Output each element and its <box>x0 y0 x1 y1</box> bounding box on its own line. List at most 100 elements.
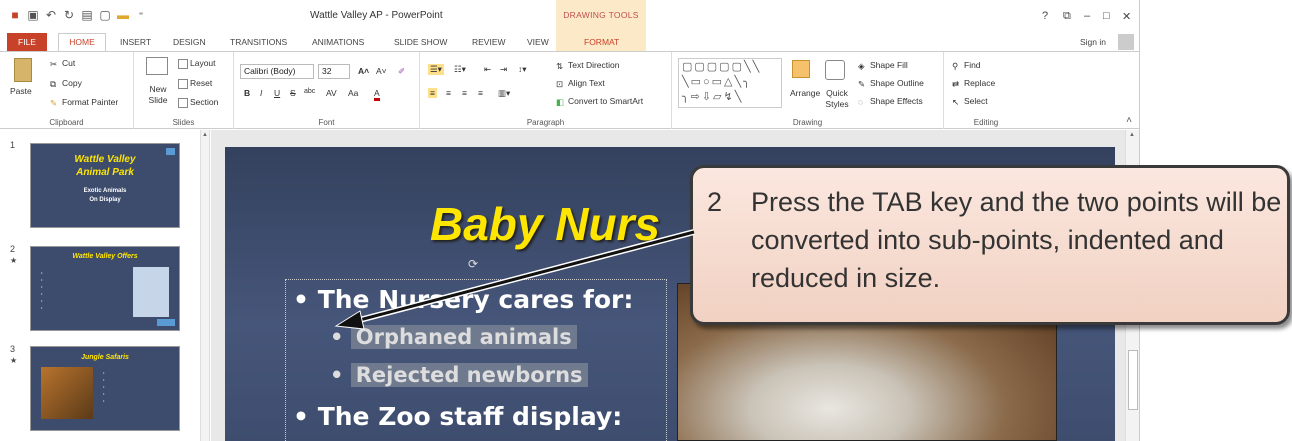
reset-button[interactable]: Reset <box>178 78 212 89</box>
shrink-font-icon[interactable]: A˅ <box>376 66 387 76</box>
bullets-icon[interactable]: ☰▾ <box>428 64 444 75</box>
tab-insert[interactable]: INSERT <box>120 37 151 47</box>
slide-number: 2 <box>10 244 16 254</box>
customize-toolbar-icon[interactable]: ⁼ <box>134 8 148 22</box>
open-folder-icon[interactable]: ▬ <box>116 8 130 22</box>
editing-label: Editing <box>973 118 999 127</box>
center-icon[interactable]: ≡ <box>446 88 451 98</box>
character-spacing-icon[interactable]: AV <box>326 88 337 98</box>
maximize-button[interactable]: □ <box>1103 10 1110 22</box>
tab-review[interactable]: REVIEW <box>472 37 506 47</box>
select-button[interactable]: ↖ Select <box>952 96 988 107</box>
font-size-dropdown[interactable]: 32 <box>318 64 350 79</box>
cut-button[interactable]: ✂ Cut <box>50 58 75 69</box>
font-label: Font <box>318 118 335 127</box>
collapse-ribbon-icon[interactable]: ˄ <box>1126 115 1132 126</box>
save-icon[interactable]: ▣ <box>26 8 40 22</box>
layout-button[interactable]: Layout <box>178 58 216 69</box>
close-button[interactable]: ✕ <box>1122 10 1131 23</box>
columns-icon[interactable]: ▥▾ <box>498 88 510 99</box>
tab-home[interactable]: HOME <box>58 33 106 51</box>
scroll-up-icon[interactable]: ▲ <box>202 132 209 140</box>
paste-button[interactable]: Paste <box>10 86 32 96</box>
bullet-level-1[interactable]: • The Zoo staff display: <box>293 402 622 431</box>
strikethrough-icon[interactable]: abc <box>304 88 315 95</box>
smartart-icon: ◧ <box>556 96 565 107</box>
font-group: Calibri (Body) 32 A˄ A˅ ✐ B I U S abc AV… <box>234 52 420 129</box>
sign-in-link[interactable]: Sign in <box>1080 37 1106 47</box>
minimize-button[interactable]: – <box>1084 10 1090 22</box>
help-button[interactable]: ? <box>1042 10 1048 22</box>
tab-transitions[interactable]: TRANSITIONS <box>230 37 287 47</box>
tab-format[interactable]: FORMAT <box>584 37 619 47</box>
brush-icon: ✎ <box>50 97 58 108</box>
align-left-icon[interactable]: ≡ <box>428 88 437 98</box>
undo-icon[interactable]: ↶ <box>44 8 58 22</box>
rotation-handle-icon[interactable]: ⟳ <box>468 257 478 271</box>
align-text-button[interactable]: ⊡ Align Text <box>556 78 605 89</box>
tab-slide-show[interactable]: SLIDE SHOW <box>394 37 447 47</box>
decrease-indent-icon[interactable]: ⇤ <box>484 64 491 75</box>
quick-styles-button[interactable]: Quick Styles <box>822 88 852 110</box>
font-color-icon[interactable]: A <box>374 88 380 101</box>
start-slideshow-icon[interactable]: ▤ <box>80 8 94 22</box>
new-slide-button[interactable]: New Slide <box>144 84 172 106</box>
arrange-icon <box>792 60 810 78</box>
underline-icon[interactable]: U <box>274 88 280 98</box>
shape-fill-button[interactable]: ◈ Shape Fill <box>858 60 908 71</box>
scrollbar-thumb[interactable] <box>1128 350 1138 410</box>
bold-icon[interactable]: B <box>244 88 250 98</box>
align-right-icon[interactable]: ≡ <box>462 88 467 98</box>
user-avatar-icon[interactable] <box>1118 34 1134 50</box>
bullet-level-2[interactable]: • Orphaned animals <box>330 325 577 349</box>
ribbon: Paste ✂ Cut ⧉ Copy ✎ Format Painter Clipboa… <box>0 51 1139 129</box>
scroll-up-icon[interactable]: ▲ <box>1129 132 1135 138</box>
replace-button[interactable]: ⇄ Replace <box>952 78 995 89</box>
thumbnail-scrollbar[interactable]: ▲ <box>200 130 210 441</box>
slide-title[interactable]: Baby Nurs <box>430 197 660 251</box>
tab-file[interactable]: FILE <box>7 33 47 51</box>
slide-number: 3 <box>10 344 16 354</box>
bullet-level-1[interactable]: • The Nursery cares for: <box>293 285 633 314</box>
audio-icon <box>166 148 175 155</box>
grow-font-icon[interactable]: A˄ <box>358 66 369 76</box>
font-name-dropdown[interactable]: Calibri (Body) <box>240 64 314 79</box>
section-button[interactable]: Section <box>178 97 218 108</box>
tab-design[interactable]: DESIGN <box>173 37 206 47</box>
shape-outline-button[interactable]: ✎ Shape Outline <box>858 78 924 89</box>
bullet-level-2[interactable]: • Rejected newborns <box>330 363 588 387</box>
clear-formatting-icon[interactable]: ✐ <box>398 66 405 77</box>
convert-smartart-button[interactable]: ◧ Convert to SmartArt <box>556 96 643 107</box>
shadow-icon[interactable]: S <box>290 88 296 98</box>
drawing-group: ▢▢▢▢▢╲╲ ╲▭○▭△╲╮ ╮⇨⇩▱↯╲ Arrange Quick Style… <box>672 52 944 129</box>
numbering-icon[interactable]: ☷▾ <box>454 64 466 75</box>
increase-indent-icon[interactable]: ⇥ <box>500 64 507 75</box>
text-direction-button[interactable]: ⇅ Text Direction <box>556 60 620 71</box>
tab-view[interactable]: VIEW <box>527 37 549 47</box>
new-file-icon[interactable]: ▢ <box>98 8 112 22</box>
effects-icon: ◌ <box>858 96 864 107</box>
slide-thumbnail-3[interactable]: Jungle Safaris • • • • • <box>30 346 180 431</box>
ribbon-display-button[interactable]: ⧉ <box>1063 10 1071 23</box>
redo-icon[interactable]: ↻ <box>62 8 76 22</box>
line-spacing-icon[interactable]: ↕▾ <box>518 64 527 75</box>
format-painter-button[interactable]: ✎ Format Painter <box>50 97 118 108</box>
drawing-tools-context-header: DRAWING TOOLS <box>556 0 646 33</box>
italic-icon[interactable]: I <box>260 88 262 98</box>
drawing-label: Drawing <box>792 118 823 127</box>
slides-group: New Slide Layout Reset Section Slides <box>134 52 234 129</box>
slide-thumbnail-1[interactable]: Wattle Valley Animal Park Exotic Animals… <box>30 143 180 228</box>
copy-button[interactable]: ⧉ Copy <box>50 78 82 89</box>
slide-thumbnail-2[interactable]: Wattle Valley Offers • • • • • • <box>30 246 180 331</box>
change-case-icon[interactable]: Aa <box>348 88 358 98</box>
shape-effects-button[interactable]: ◌ Shape Effects <box>858 96 923 107</box>
clipboard-group: Paste ✂ Cut ⧉ Copy ✎ Format Painter Clipboa… <box>0 52 134 129</box>
tab-animations[interactable]: ANIMATIONS <box>312 37 364 47</box>
justify-icon[interactable]: ≡ <box>478 88 483 98</box>
binoculars-icon: ⚲ <box>952 60 959 71</box>
find-button[interactable]: ⚲ Find <box>952 60 981 71</box>
arrange-button[interactable]: Arrange <box>790 88 820 98</box>
section-icon <box>178 97 188 108</box>
shapes-gallery[interactable]: ▢▢▢▢▢╲╲ ╲▭○▭△╲╮ ╮⇨⇩▱↯╲ <box>678 58 782 108</box>
window-title: Wattle Valley AP - PowerPoint <box>310 10 443 21</box>
